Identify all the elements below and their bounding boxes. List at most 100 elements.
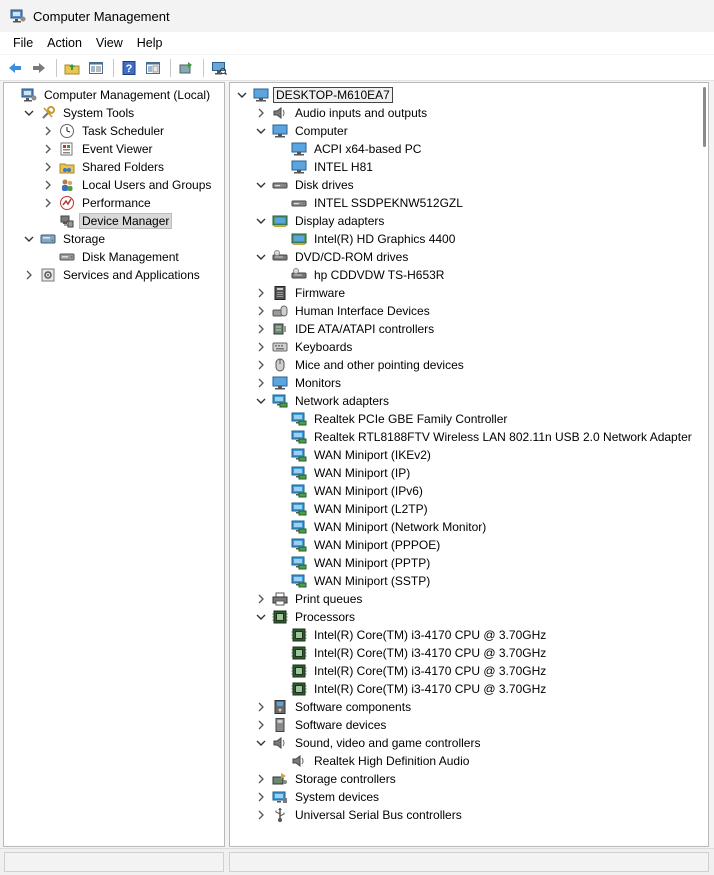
menu-file[interactable]: File — [6, 34, 40, 52]
ide-controller-icon — [272, 321, 288, 337]
back-arrow-icon[interactable] — [4, 57, 26, 79]
chevron-right-icon[interactable] — [255, 773, 267, 785]
update-driver-icon[interactable] — [175, 57, 197, 79]
chevron-down-icon[interactable] — [23, 107, 35, 119]
device-tree-pane[interactable]: DESKTOP-M610EA7 Audio inputs and outputs C… — [229, 82, 709, 847]
chevron-right-icon[interactable] — [255, 791, 267, 803]
tree-item[interactable]: WAN Miniport (IP) — [274, 464, 413, 482]
menu-view[interactable]: View — [89, 34, 130, 52]
menu-help[interactable]: Help — [130, 34, 170, 52]
tree-item[interactable]: DVD/CD-ROM drives — [255, 248, 411, 266]
show-hide-tree-icon[interactable] — [85, 57, 107, 79]
tree-item[interactable]: Disk Management — [42, 248, 182, 266]
tree-item[interactable]: Intel(R) Core(TM) i3-4170 CPU @ 3.70GHz — [274, 680, 549, 698]
menu-action[interactable]: Action — [40, 34, 89, 52]
chevron-right-icon[interactable] — [255, 359, 267, 371]
tree-item[interactable]: DESKTOP-M610EA7 — [236, 86, 393, 104]
tree-item[interactable]: WAN Miniport (Network Monitor) — [274, 518, 489, 536]
tree-item[interactable]: Storage controllers — [255, 770, 399, 788]
tree-item[interactable]: System Tools — [23, 104, 137, 122]
tree-item-label: Intel(R) HD Graphics 4400 — [314, 232, 456, 246]
chevron-right-icon[interactable] — [255, 719, 267, 731]
chevron-down-icon[interactable] — [23, 233, 35, 245]
chevron-right-icon[interactable] — [42, 161, 54, 173]
tree-item[interactable]: Monitors — [255, 374, 344, 392]
tree-item[interactable]: WAN Miniport (L2TP) — [274, 500, 431, 518]
tree-item[interactable]: INTEL SSDPEKNW512GZL — [274, 194, 466, 212]
tree-item[interactable]: Realtek High Definition Audio — [274, 752, 472, 770]
chevron-right-icon[interactable] — [23, 269, 35, 281]
tree-item[interactable]: Network adapters — [255, 392, 392, 410]
chevron-right-icon[interactable] — [255, 305, 267, 317]
chevron-right-icon[interactable] — [42, 143, 54, 155]
tree-item[interactable]: WAN Miniport (IPv6) — [274, 482, 426, 500]
chevron-right-icon[interactable] — [42, 197, 54, 209]
chevron-down-icon[interactable] — [255, 611, 267, 623]
tree-item[interactable]: Computer — [255, 122, 351, 140]
tree-item[interactable]: Event Viewer — [42, 140, 155, 158]
tree-item[interactable]: Intel(R) Core(TM) i3-4170 CPU @ 3.70GHz — [274, 644, 549, 662]
tree-item[interactable]: Human Interface Devices — [255, 302, 433, 320]
chevron-right-icon[interactable] — [42, 125, 54, 137]
tree-item[interactable]: Software devices — [255, 716, 389, 734]
tree-item[interactable]: Realtek PCIe GBE Family Controller — [274, 410, 510, 428]
tree-item[interactable]: WAN Miniport (SSTP) — [274, 572, 433, 590]
tree-item[interactable]: hp CDDVDW TS-H653R — [274, 266, 447, 284]
help-icon[interactable]: ? — [118, 57, 140, 79]
vertical-scrollbar[interactable] — [703, 87, 706, 147]
tree-item-label: Disk Management — [82, 250, 179, 264]
tree-item[interactable]: Software components — [255, 698, 414, 716]
tree-item[interactable]: Intel(R) Core(TM) i3-4170 CPU @ 3.70GHz — [274, 626, 549, 644]
scan-hardware-icon[interactable] — [208, 57, 230, 79]
tree-item[interactable]: Task Scheduler — [42, 122, 167, 140]
tree-item[interactable]: Universal Serial Bus controllers — [255, 806, 465, 824]
tree-item[interactable]: Keyboards — [255, 338, 355, 356]
chevron-down-icon[interactable] — [236, 89, 248, 101]
tree-item[interactable]: Shared Folders — [42, 158, 167, 176]
properties-icon[interactable] — [142, 57, 164, 79]
chevron-right-icon[interactable] — [255, 107, 267, 119]
chevron-right-icon[interactable] — [255, 323, 267, 335]
tree-item[interactable]: Services and Applications — [23, 266, 203, 284]
services-icon — [40, 267, 56, 283]
tree-item[interactable]: ACPI x64-based PC — [274, 140, 424, 158]
tree-item[interactable]: IDE ATA/ATAPI controllers — [255, 320, 437, 338]
chevron-right-icon[interactable] — [255, 701, 267, 713]
tree-item[interactable]: Local Users and Groups — [42, 176, 214, 194]
tree-item[interactable]: INTEL H81 — [274, 158, 376, 176]
tree-item[interactable]: Computer Management (Local) — [4, 86, 213, 104]
chevron-down-icon[interactable] — [255, 125, 267, 137]
console-tree-pane[interactable]: Computer Management (Local) System Tools T… — [3, 82, 225, 847]
chevron-down-icon[interactable] — [255, 215, 267, 227]
chevron-down-icon[interactable] — [255, 737, 267, 749]
tree-item[interactable]: Realtek RTL8188FTV Wireless LAN 802.11n … — [274, 428, 695, 446]
tree-item[interactable]: System devices — [255, 788, 382, 806]
forward-arrow-icon[interactable] — [28, 57, 50, 79]
tree-item[interactable]: Display adapters — [255, 212, 387, 230]
tree-item[interactable]: Disk drives — [255, 176, 357, 194]
tree-item[interactable]: Audio inputs and outputs — [255, 104, 430, 122]
tree-item[interactable]: WAN Miniport (PPPOE) — [274, 536, 443, 554]
chevron-down-icon[interactable] — [255, 395, 267, 407]
chevron-right-icon[interactable] — [255, 287, 267, 299]
tree-item[interactable]: WAN Miniport (IKEv2) — [274, 446, 434, 464]
up-folder-icon[interactable] — [61, 57, 83, 79]
chevron-right-icon[interactable] — [255, 377, 267, 389]
chevron-right-icon[interactable] — [255, 593, 267, 605]
tree-item[interactable]: WAN Miniport (PPTP) — [274, 554, 433, 572]
tree-item[interactable]: Performance — [42, 194, 154, 212]
tree-item[interactable]: Storage — [23, 230, 108, 248]
tree-item[interactable]: Firmware — [255, 284, 348, 302]
tree-item[interactable]: Intel(R) Core(TM) i3-4170 CPU @ 3.70GHz — [274, 662, 549, 680]
chevron-right-icon[interactable] — [255, 809, 267, 821]
tree-item[interactable]: Print queues — [255, 590, 365, 608]
chevron-down-icon[interactable] — [255, 251, 267, 263]
chevron-down-icon[interactable] — [255, 179, 267, 191]
tree-item[interactable]: Sound, video and game controllers — [255, 734, 483, 752]
chevron-right-icon[interactable] — [42, 179, 54, 191]
tree-item[interactable]: Mice and other pointing devices — [255, 356, 467, 374]
tree-item[interactable]: Intel(R) HD Graphics 4400 — [274, 230, 458, 248]
tree-item[interactable]: Device Manager — [42, 212, 173, 230]
tree-item[interactable]: Processors — [255, 608, 358, 626]
chevron-right-icon[interactable] — [255, 341, 267, 353]
